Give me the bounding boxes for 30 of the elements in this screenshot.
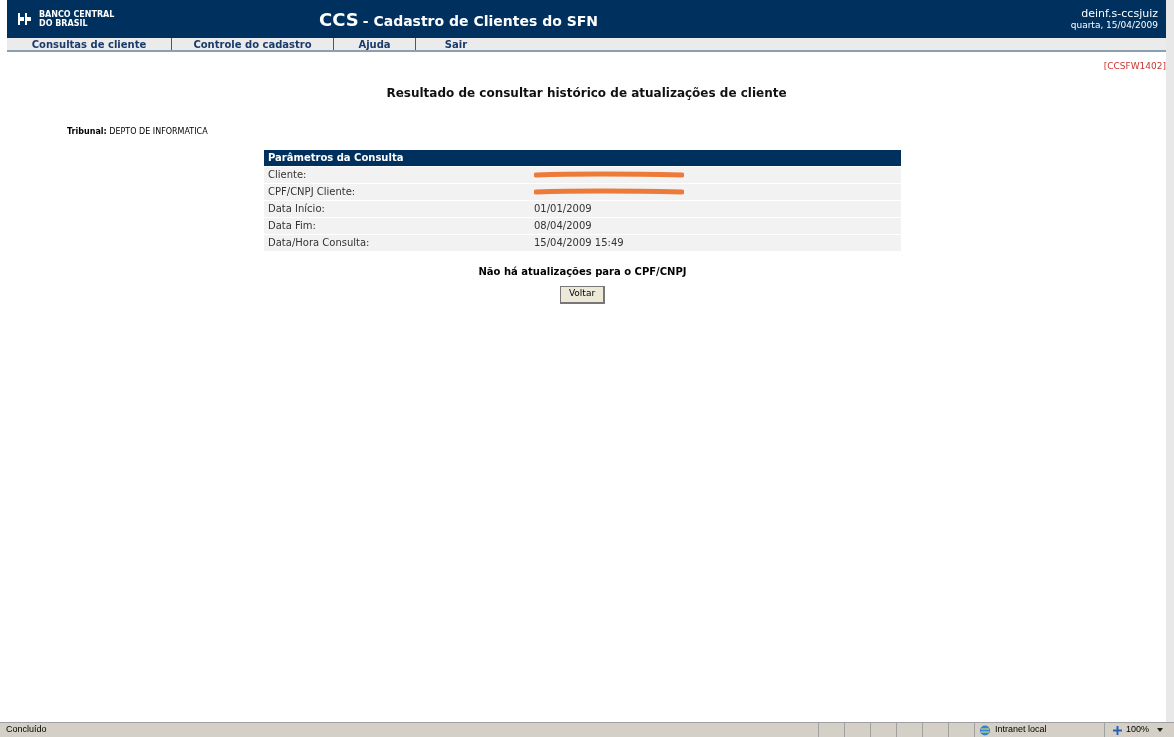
field-value: 15/04/2009 15:49 — [534, 236, 624, 250]
logo-text: BANCO CENTRAL — [39, 10, 115, 19]
back-button[interactable]: Voltar — [559, 285, 606, 304]
globe-icon — [979, 724, 991, 736]
zone-text: Intranet local — [995, 723, 1047, 737]
field-label: Data/Hora Consulta: — [267, 236, 371, 250]
zoom-level[interactable]: 100% — [1126, 723, 1150, 737]
zoom-icon — [1113, 725, 1122, 735]
date-text: quarta, 15/04/2009 — [1070, 20, 1158, 32]
result-message: Não há atualizações para o CPF/CNPJ — [478, 264, 687, 279]
field-value: 01/01/2009 — [534, 202, 592, 216]
menu-item[interactable]: Consultas de cliente — [7, 38, 172, 50]
app-title: CCS — [319, 7, 359, 32]
user-name: deinf.s-ccsjuiz — [1081, 6, 1158, 21]
field-label: Cliente: — [267, 168, 308, 182]
page-title: Resultado de consultar histórico de atualizações de cliente — [386, 84, 787, 102]
logo-text: DO BRASIL — [39, 19, 89, 28]
status-text: Concluído — [5, 723, 48, 737]
table-header: Parâmetros da Consulta — [264, 149, 901, 166]
menu-item[interactable]: Controle do cadastro — [172, 38, 334, 50]
tribunal-text: Tribunal: DEPTO DE INFORMATICA — [67, 126, 208, 136]
dropdown-icon[interactable] — [1157, 728, 1164, 732]
field-label: Data Fim: — [267, 219, 317, 233]
app-title: - Cadastro de Clientes do SFN — [362, 11, 598, 31]
screen-code: [CCSFW1402] — [1103, 60, 1166, 73]
field-label: CPF/CNPJ Cliente: — [267, 185, 357, 199]
field-value: 08/04/2009 — [534, 219, 592, 233]
menu-item[interactable]: Sair — [416, 38, 496, 50]
field-label: Data Início: — [267, 202, 326, 216]
menu-item[interactable]: Ajuda — [334, 38, 416, 50]
